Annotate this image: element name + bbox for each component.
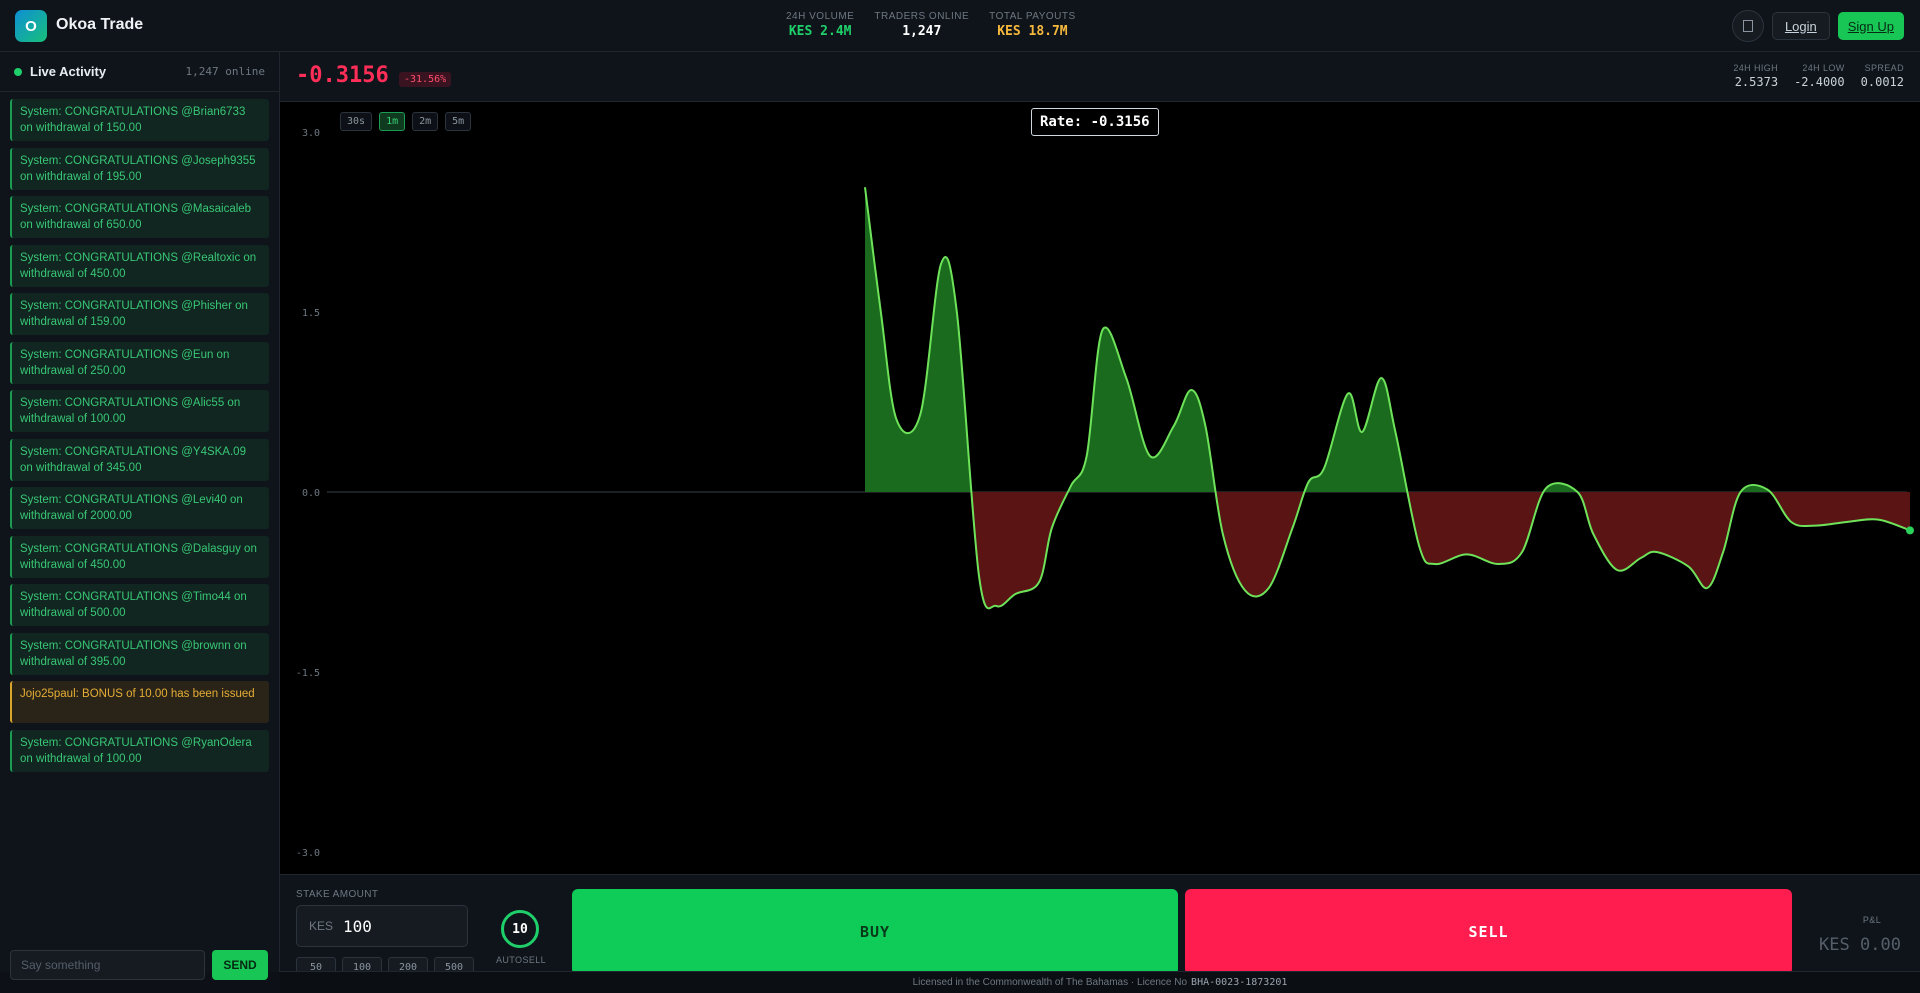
- low-label: 24H LOW: [1802, 63, 1845, 73]
- high-stat: 24H HIGH 2.5373: [1733, 63, 1778, 89]
- buy-button[interactable]: BUY: [572, 889, 1178, 975]
- online-count: 1,247 online: [185, 65, 265, 78]
- activity-message: System: CONGRATULATIONS @Masaicaleb on w…: [10, 196, 269, 238]
- brand-logo[interactable]: O: [15, 10, 47, 42]
- header-actions: Login Sign Up: [1731, 10, 1904, 42]
- live-indicator-icon: [14, 67, 22, 76]
- activity-sidebar: Live Activity 1,247 online System: CONGR…: [0, 52, 280, 980]
- high-value: 2.5373: [1734, 75, 1779, 89]
- activity-message: System: CONGRATULATIONS @Phisher on with…: [10, 293, 269, 335]
- spread-value: 0.0012: [1860, 75, 1904, 89]
- stake-label: STAKE AMOUNT: [296, 889, 379, 900]
- stake-field: KES: [296, 905, 468, 947]
- low-stat: 24H LOW -2.4000: [1794, 63, 1845, 89]
- activity-message: System: CONGRATULATIONS @RyanOdera on wi…: [10, 729, 269, 772]
- activity-message: System: CONGRATULATIONS @Dalasguy on wit…: [10, 535, 269, 578]
- activity-feed[interactable]: System: CONGRATULATIONS @Brian6733 on wi…: [0, 92, 279, 772]
- activity-message: System: CONGRATULATIONS @Levi40 on withd…: [10, 487, 269, 529]
- trade-controls: STAKE AMOUNT KES 50100200500 10 AUTOSELL…: [280, 874, 1920, 977]
- header-stat: TRADERS ONLINE 1,247: [874, 11, 969, 39]
- pnl-value: KES 0.00: [1819, 935, 1901, 955]
- pnl-label: P&L: [1862, 915, 1882, 925]
- settings-icon[interactable]: [1731, 10, 1764, 42]
- autosell-timer[interactable]: 10: [501, 910, 539, 948]
- activity-message: System: CONGRATULATIONS @Alic55 on withd…: [10, 390, 269, 432]
- timeframe-5m[interactable]: 5m: [445, 112, 472, 131]
- y-tick-label: -1.5: [296, 668, 320, 679]
- activity-message: System: CONGRATULATIONS @Y4SKA.09 on wit…: [10, 438, 269, 481]
- timeframe-1m[interactable]: 1m: [379, 112, 406, 131]
- spread-label: SPREAD: [1864, 63, 1904, 73]
- market-stats: 24H HIGH 2.5373 24H LOW -2.4000 SPREAD 0…: [1733, 63, 1904, 89]
- chat-bar: SEND: [10, 950, 270, 980]
- y-tick-label: 1.5: [302, 308, 320, 319]
- header-stat: TOTAL PAYOUTS KES 18.7M: [989, 11, 1076, 39]
- chart-canvas: 3.0 1.5 0.0 -1.5 -3.0: [296, 128, 1914, 859]
- y-tick-label: -3.0: [296, 848, 320, 859]
- autosell-label: AUTOSELL: [496, 955, 547, 965]
- stat-value: 1,247: [902, 24, 942, 39]
- activity-message: System: CONGRATULATIONS @brownn on withd…: [10, 632, 269, 675]
- sidebar-header: Live Activity 1,247 online: [0, 52, 279, 92]
- timeframe-2m[interactable]: 2m: [412, 112, 439, 131]
- stat-value: KES 18.7M: [997, 24, 1068, 39]
- price-chart[interactable]: 30s 1m 2m 5m Rate: -0.3156 3.0 1.5 0.0 -1.5 -3.…: [280, 102, 1920, 874]
- stake-currency: KES: [309, 919, 334, 933]
- top-header: O Okoa Trade 24H VOLUME KES 2.4M TRADERS O…: [0, 0, 1920, 52]
- header-stat: 24H VOLUME KES 2.4M: [786, 11, 854, 39]
- timeframe-30s[interactable]: 30s: [340, 112, 373, 131]
- bonus-message: Jojo25paul: BONUS of 10.00 has been issu…: [10, 681, 269, 723]
- activity-message: System: CONGRATULATIONS @Joseph9355 on w…: [10, 147, 269, 190]
- header-stats: 24H VOLUME KES 2.4M TRADERS ONLINE 1,247 TOT…: [786, 11, 1076, 39]
- trading-panel: -0.3156 -31.56% 24H HIGH 2.5373 24H LOW …: [280, 52, 1920, 993]
- signup-button[interactable]: Sign Up: [1837, 12, 1904, 40]
- activity-message: System: CONGRATULATIONS @Brian6733 on wi…: [10, 99, 269, 141]
- login-button[interactable]: Login: [1771, 12, 1830, 40]
- current-price: -0.3156: [296, 63, 389, 88]
- rate-tooltip: Rate: -0.3156: [1031, 108, 1159, 136]
- stat-value: KES 2.4M: [788, 24, 852, 39]
- chat-input[interactable]: [10, 950, 205, 980]
- brand-name[interactable]: Okoa Trade: [56, 16, 143, 34]
- price-ticker: -0.3156 -31.56% 24H HIGH 2.5373 24H LOW …: [280, 52, 1920, 102]
- sell-button[interactable]: SELL: [1185, 889, 1792, 975]
- y-tick-label: 0.0: [302, 488, 320, 499]
- activity-message: System: CONGRATULATIONS @Realtoxic on wi…: [10, 244, 269, 287]
- price-change-badge: -31.56%: [399, 72, 452, 87]
- license-number: BHA-0023-1873201: [1191, 977, 1288, 988]
- spread-stat: SPREAD 0.0012: [1861, 63, 1904, 89]
- timeframe-selector: 30s 1m 2m 5m: [340, 112, 472, 131]
- activity-message: System: CONGRATULATIONS @Eun on withdraw…: [10, 341, 269, 384]
- stat-label: 24H VOLUME: [786, 11, 855, 22]
- stat-label: TRADERS ONLINE: [874, 11, 970, 22]
- box-icon: [1742, 20, 1753, 32]
- activity-message: System: CONGRATULATIONS @Timo44 on withd…: [10, 584, 269, 626]
- current-price-marker: [1906, 526, 1914, 535]
- high-label: 24H HIGH: [1733, 63, 1779, 73]
- license-text: Licensed in the Commonwealth of The Baha…: [912, 977, 1188, 988]
- y-tick-label: 3.0: [302, 128, 320, 139]
- stat-label: TOTAL PAYOUTS: [989, 11, 1076, 22]
- stake-input[interactable]: [343, 906, 464, 946]
- sidebar-title: Live Activity: [30, 64, 107, 79]
- send-button[interactable]: SEND: [212, 950, 268, 980]
- low-value: -2.4000: [1794, 75, 1845, 89]
- license-footer: Licensed in the Commonwealth of The Baha…: [280, 971, 1920, 993]
